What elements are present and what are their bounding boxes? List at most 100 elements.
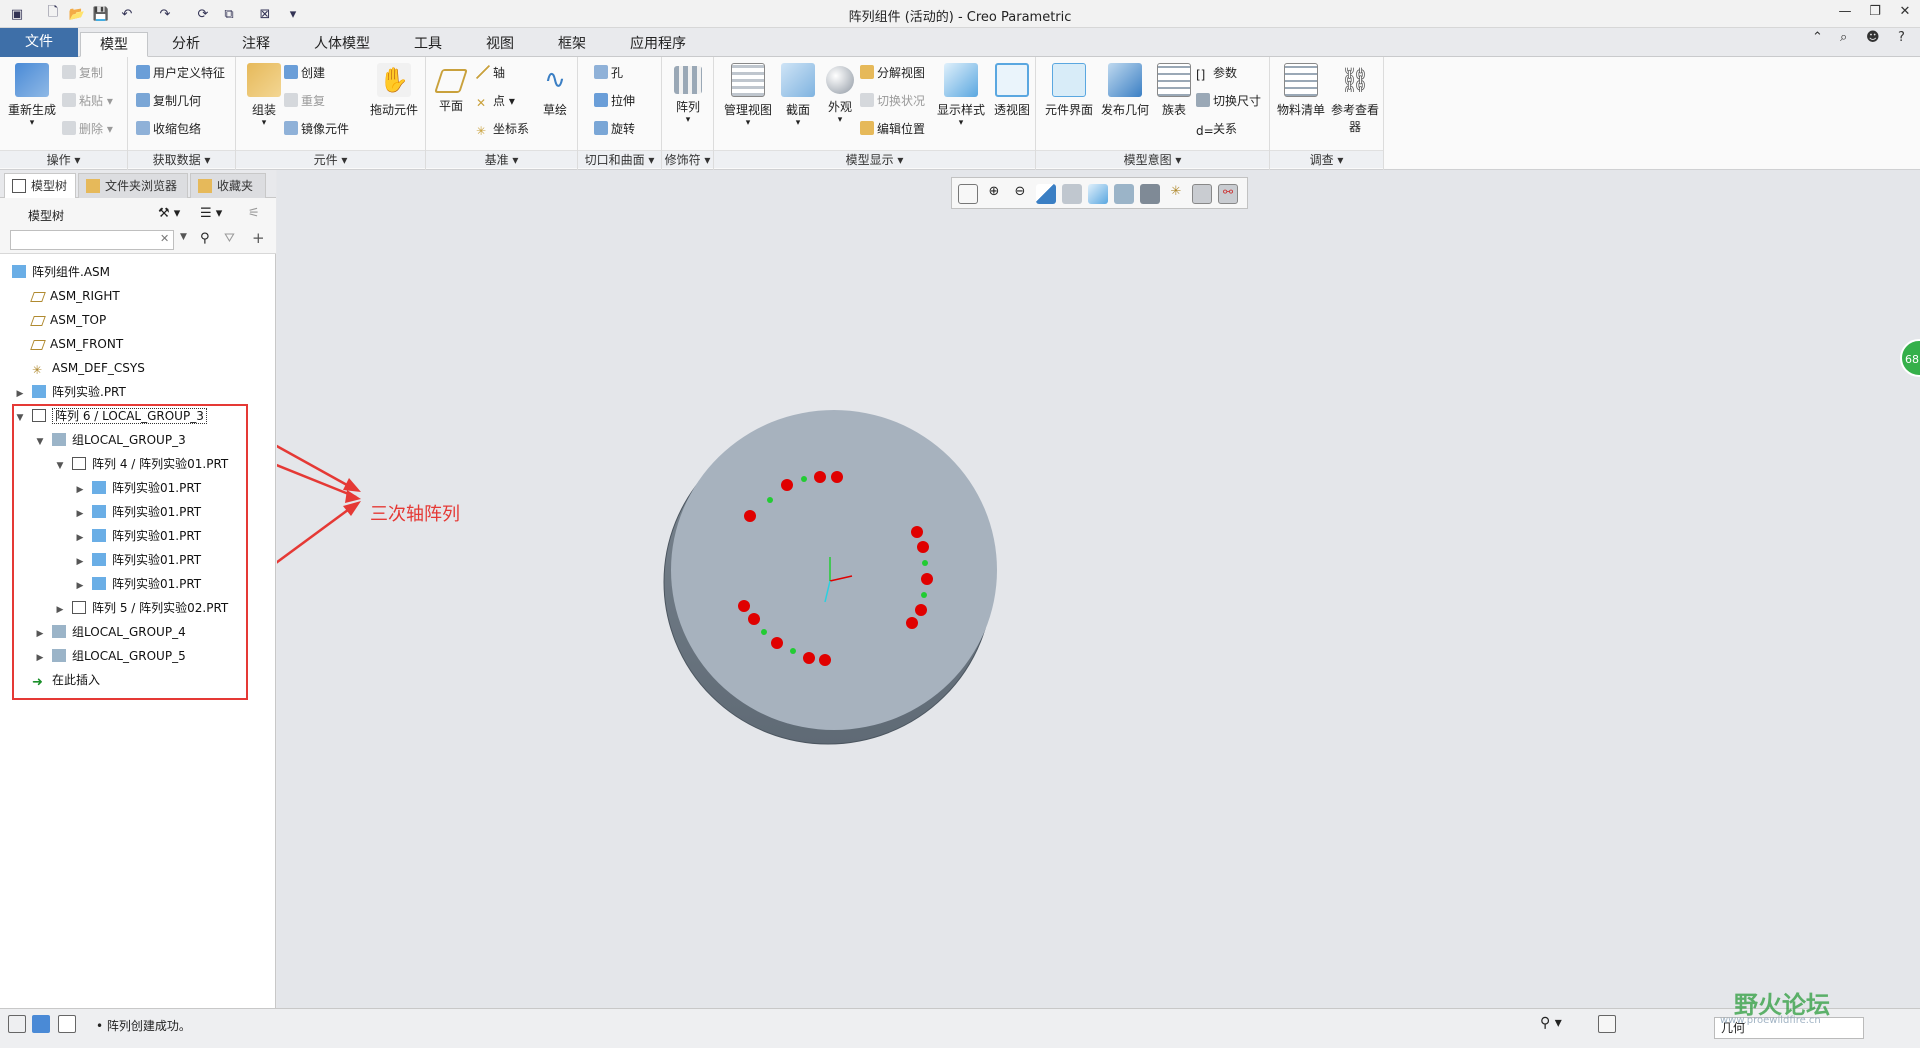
appearance-button[interactable]: 外观 ▾	[820, 63, 860, 125]
tree-node[interactable]: ✳ ASM_DEF_CSYS	[32, 358, 145, 378]
family-table-button[interactable]: 族表	[1154, 63, 1194, 118]
edit-position-button[interactable]: 编辑位置	[860, 119, 925, 139]
reference-viewer-icon: ⛓	[1339, 66, 1371, 94]
publish-geom-button[interactable]: 发布几何	[1098, 63, 1152, 118]
restore-button[interactable]: ❐	[1864, 4, 1886, 22]
tree-columns-icon[interactable]: ⚟	[248, 206, 260, 221]
group-label-investigate[interactable]: 调查 ▾	[1270, 150, 1383, 168]
relations-icon: d=	[1196, 124, 1214, 138]
pattern-button[interactable]: 阵列 ▾	[668, 63, 708, 125]
clear-search-icon[interactable]: ✕	[160, 232, 169, 245]
delete-icon	[62, 121, 76, 135]
user-icon[interactable]: ☻	[1866, 30, 1880, 45]
assemble-button[interactable]: 组装 ▾	[242, 63, 286, 128]
manage-views-button[interactable]: 管理视图 ▾	[722, 63, 774, 128]
family-table-icon	[1157, 63, 1191, 97]
folder-icon	[86, 179, 100, 193]
model-view[interactable]: 68	[277, 170, 1920, 1008]
tree-search-input[interactable]	[10, 230, 174, 250]
paste-button[interactable]: 粘贴 ▾	[62, 91, 113, 111]
filter-icon[interactable]: ⛛	[224, 231, 235, 246]
shrinkwrap-button[interactable]: 收缩包络	[136, 119, 201, 139]
find-icon[interactable]: ⚲	[200, 231, 210, 246]
tab-model-tree[interactable]: 模型树	[4, 173, 76, 198]
revolve-button[interactable]: 旋转	[594, 119, 635, 139]
tree-node[interactable]: ASM_RIGHT	[30, 286, 120, 306]
udf-button[interactable]: 用户定义特征	[136, 63, 225, 83]
drag-component-button[interactable]: ✋ 拖动元件	[366, 63, 422, 118]
navigator-toggle-icon[interactable]	[8, 1015, 26, 1033]
tab-view[interactable]: 视图	[466, 32, 534, 57]
mirror-component-button[interactable]: 镜像元件	[284, 119, 349, 139]
section-icon	[781, 63, 815, 97]
close-button[interactable]: ✕	[1894, 4, 1916, 22]
explode-view-button[interactable]: 分解视图	[860, 63, 925, 83]
group-label-cut-surface[interactable]: 切口和曲面 ▾	[578, 150, 661, 168]
group-label-model-intent[interactable]: 模型意图 ▾	[1036, 150, 1269, 168]
delete-button[interactable]: 删除 ▾	[62, 119, 113, 139]
regenerate-button[interactable]: 重新生成 ▾	[6, 63, 58, 128]
relations-button[interactable]: d=关系	[1196, 119, 1237, 139]
search-dropdown-icon[interactable]: ▼	[180, 232, 187, 242]
csys-button[interactable]: ✳ 坐标系	[476, 119, 529, 139]
group-label-modifiers[interactable]: 修饰符 ▾	[662, 150, 713, 168]
toggle-status-icon	[860, 93, 874, 107]
tree-node[interactable]: ASM_TOP	[30, 310, 106, 330]
perspective-button[interactable]: 透视图	[990, 63, 1034, 118]
sketch-button[interactable]: ∿ 草绘	[536, 63, 574, 118]
tab-folder-browser[interactable]: 文件夹浏览器	[78, 173, 188, 198]
find-icon[interactable]: ⚲ ▾	[1540, 1015, 1562, 1031]
tree-node[interactable]: 阵列组件.ASM	[12, 262, 110, 282]
minimize-ribbon-icon[interactable]: ⌃	[1812, 30, 1823, 45]
tab-analysis[interactable]: 分析	[154, 32, 218, 57]
copy-button[interactable]: 复制	[62, 63, 103, 83]
reference-viewer-button[interactable]: ⛓ 参考查看器	[1328, 63, 1382, 135]
group-get-data: 用户定义特征 复制几何 收缩包络 获取数据 ▾	[128, 57, 236, 170]
browser-toggle-icon[interactable]	[32, 1015, 50, 1033]
parameters-icon: []	[1196, 68, 1206, 82]
create-button[interactable]: 创建	[284, 63, 325, 83]
edit-position-icon	[860, 121, 874, 135]
toggle-status-button[interactable]: 切换状况	[860, 91, 925, 111]
add-icon[interactable]: +	[252, 229, 265, 247]
group-label-get-data[interactable]: 获取数据 ▾	[128, 150, 235, 168]
show-icon[interactable]: ☰ ▾	[200, 206, 222, 221]
group-label-component[interactable]: 元件 ▾	[236, 150, 425, 168]
plane-button[interactable]: 平面	[432, 63, 470, 114]
udf-icon	[136, 65, 150, 79]
minimize-button[interactable]: —	[1834, 4, 1856, 22]
tab-tools[interactable]: 工具	[394, 32, 462, 57]
model-tree-icon	[12, 179, 26, 193]
bom-button[interactable]: 物料清单	[1276, 63, 1326, 118]
hole-button[interactable]: 孔	[594, 63, 623, 83]
tab-favorites[interactable]: 收藏夹	[190, 173, 266, 198]
selection-filter-icon[interactable]	[1598, 1015, 1616, 1033]
tab-model[interactable]: 模型	[80, 32, 148, 57]
search-icon[interactable]: ⌕	[1840, 30, 1847, 45]
tree-node[interactable]: ▶ 阵列实验.PRT	[14, 382, 126, 402]
extrude-button[interactable]: 拉伸	[594, 91, 635, 111]
tab-annotate[interactable]: 注释	[222, 32, 290, 57]
status-bar: • 阵列创建成功。 ⚲ ▾ 几何 野火论坛 www.proewildfire.c…	[0, 991, 1920, 1048]
switch-dimensions-button[interactable]: 切换尺寸	[1196, 91, 1261, 111]
group-label-operations[interactable]: 操作 ▾	[0, 150, 127, 168]
group-label-datum[interactable]: 基准 ▾	[426, 150, 577, 168]
tab-manikin[interactable]: 人体模型	[296, 32, 388, 57]
tab-framework[interactable]: 框架	[538, 32, 606, 57]
expand-icon[interactable]: ▶	[14, 384, 26, 404]
group-label-model-display[interactable]: 模型显示 ▾	[714, 150, 1035, 168]
copy-geom-button[interactable]: 复制几何	[136, 91, 201, 111]
component-interface-button[interactable]: 元件界面	[1042, 63, 1096, 118]
display-style-button[interactable]: 显示样式 ▾	[934, 63, 988, 128]
tree-node[interactable]: ASM_FRONT	[30, 334, 123, 354]
repeat-button[interactable]: 重复	[284, 91, 325, 111]
parameters-button[interactable]: [] 参数	[1196, 63, 1237, 83]
tab-applications[interactable]: 应用程序	[614, 32, 702, 57]
section-button[interactable]: 截面 ▾	[778, 63, 818, 128]
tree-settings-icon[interactable]: ⚒ ▾	[158, 206, 180, 221]
tab-file[interactable]: 文件	[0, 28, 78, 57]
help-icon[interactable]: ?	[1898, 30, 1905, 45]
fullscreen-icon[interactable]	[58, 1015, 76, 1033]
point-button[interactable]: ✕ 点 ▾	[476, 91, 515, 111]
axis-button[interactable]: 轴	[476, 63, 505, 83]
